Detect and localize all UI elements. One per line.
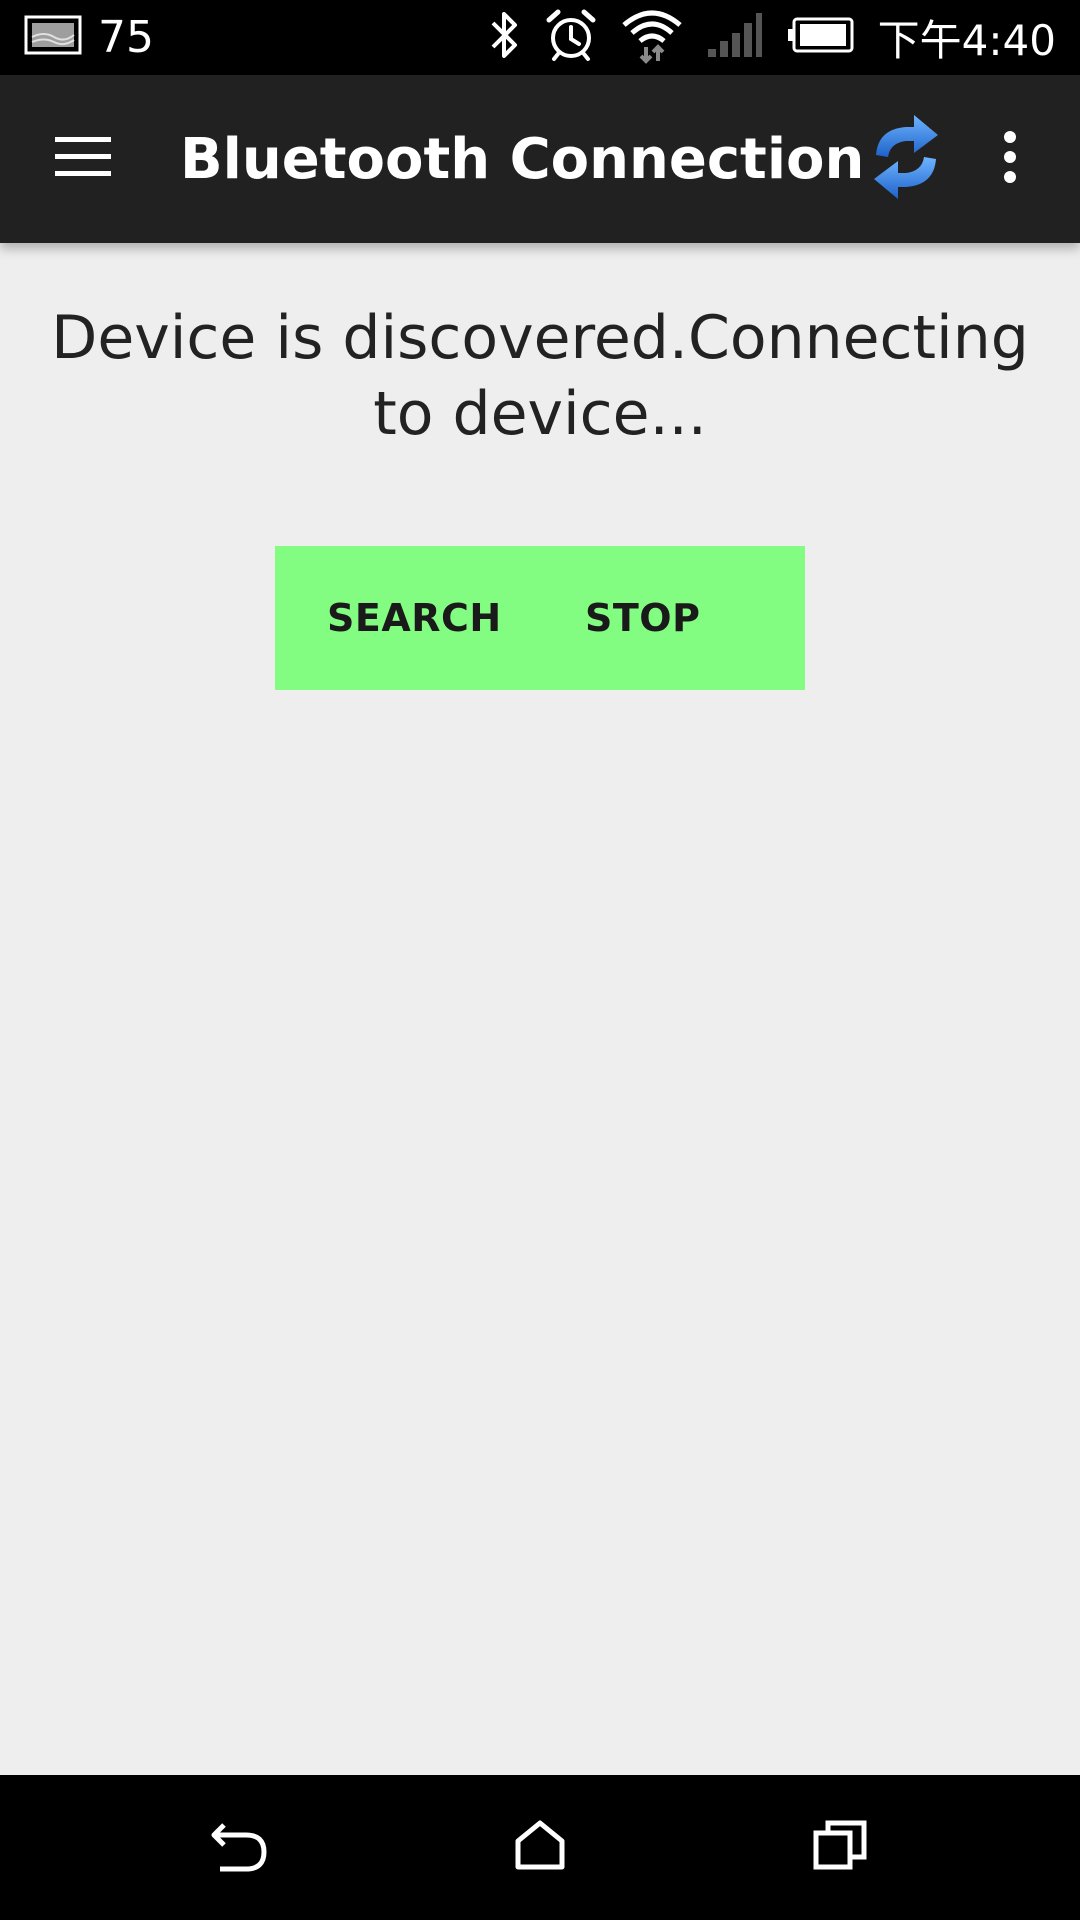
signal-icon xyxy=(706,11,764,64)
stop-button[interactable]: STOP xyxy=(555,546,805,690)
back-icon xyxy=(210,1817,270,1878)
refresh-icon xyxy=(868,111,944,208)
status-right: 下午4:40 xyxy=(488,0,1056,75)
status-left: 75 xyxy=(24,0,154,75)
back-button[interactable] xyxy=(190,1797,290,1897)
notification-count: 75 xyxy=(98,12,154,63)
recents-button[interactable] xyxy=(790,1797,890,1897)
battery-icon xyxy=(786,15,856,60)
overflow-menu-icon xyxy=(1000,129,1020,190)
status-time: 下午4:40 xyxy=(877,16,1056,65)
wifi-icon xyxy=(620,5,684,70)
refresh-button[interactable] xyxy=(856,109,956,209)
app-title: Bluetooth Connection xyxy=(180,126,865,192)
menu-icon xyxy=(53,135,113,184)
alarm-icon xyxy=(544,8,598,67)
overflow-menu-button[interactable] xyxy=(980,109,1040,209)
bluetooth-icon xyxy=(488,8,522,67)
search-button[interactable]: SEARCH xyxy=(275,546,555,690)
image-notification-icon xyxy=(24,15,82,60)
navigation-bar xyxy=(0,1775,1080,1920)
menu-button[interactable] xyxy=(40,119,126,199)
action-button-group: SEARCH STOP xyxy=(275,546,805,690)
recents-icon xyxy=(812,1819,868,1876)
status-bar: 75 下午4:40 xyxy=(0,0,1080,75)
home-button[interactable] xyxy=(490,1797,590,1897)
app-bar: Bluetooth Connection xyxy=(0,75,1080,243)
home-icon xyxy=(514,1819,566,1876)
connection-status-message: Device is discovered.Connecting to devic… xyxy=(51,303,1029,449)
